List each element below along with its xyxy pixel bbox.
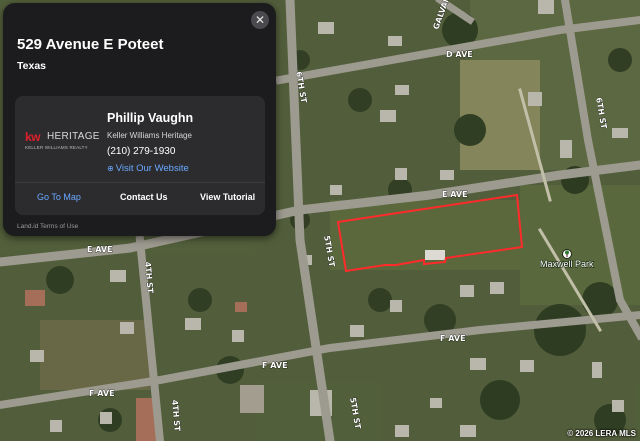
street-label-e-ave: E AVE — [442, 190, 468, 199]
terms-of-use-link[interactable]: Land.id Terms of Use — [17, 223, 78, 230]
street-label-f-ave-far: F AVE — [89, 389, 115, 398]
logo-name: HERITAGE — [47, 131, 100, 142]
agent-panel: kw HERITAGE KELLER WILLIAMS REALTY Phill… — [15, 96, 265, 215]
logo-subtext: KELLER WILLIAMS REALTY — [25, 145, 88, 150]
property-title: 529 Avenue E Poteet — [17, 36, 164, 53]
street-label-d-ave: D AVE — [446, 50, 473, 59]
property-info-card: ✕ 529 Avenue E Poteet Texas kw HERITAGE … — [3, 3, 276, 236]
agent-phone[interactable]: (210) 279-1930 — [107, 146, 175, 157]
brokerage-logo: kw HERITAGE KELLER WILLIAMS REALTY — [25, 130, 105, 154]
street-label-e-ave-west: E AVE — [87, 245, 113, 254]
view-tutorial-button[interactable]: View Tutorial — [200, 192, 255, 202]
property-state: Texas — [17, 60, 46, 72]
agent-name: Phillip Vaughn — [107, 111, 194, 125]
globe-icon: ⊕ — [107, 164, 114, 173]
agent-brokerage: Keller Williams Heritage — [107, 131, 192, 140]
visit-website-label: Visit Our Website — [115, 163, 189, 174]
go-to-map-button[interactable]: Go To Map — [37, 192, 81, 202]
copyright-notice: © 2026 LERA MLS — [567, 429, 636, 438]
close-button[interactable]: ✕ — [251, 11, 269, 29]
map-view[interactable]: D AVE E AVE E AVE F AVE F AVE F AVE GALV… — [0, 0, 640, 441]
logo-mark: kw — [25, 130, 41, 144]
panel-divider — [15, 182, 265, 183]
visit-website-link[interactable]: ⊕ Visit Our Website — [107, 163, 189, 174]
street-label-f-ave: F AVE — [440, 334, 466, 343]
tree-icon — [562, 249, 572, 259]
street-label-f-ave-west: F AVE — [262, 361, 288, 370]
contact-us-button[interactable]: Contact Us — [120, 192, 168, 202]
close-icon: ✕ — [254, 13, 266, 27]
park-label: Maxwell Park — [540, 259, 594, 269]
